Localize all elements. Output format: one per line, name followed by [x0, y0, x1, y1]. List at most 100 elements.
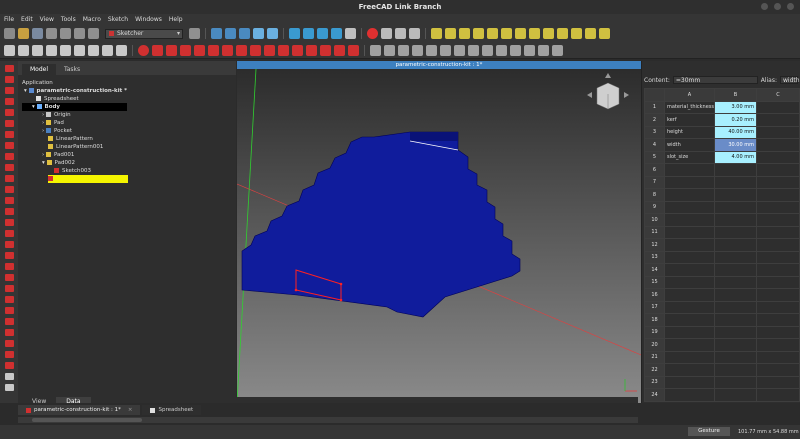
row-header[interactable]: 12 — [644, 238, 665, 252]
cell-b[interactable] — [714, 250, 757, 264]
minimize-button[interactable] — [761, 3, 768, 10]
tools-icon[interactable] — [599, 28, 610, 39]
cell-b[interactable] — [714, 288, 757, 302]
tree-item[interactable]: › Pocket — [22, 127, 236, 135]
constrain-angle-icon[interactable] — [552, 44, 563, 56]
trim-icon[interactable] — [292, 44, 303, 56]
cell-a[interactable] — [664, 263, 715, 277]
view3d-canvas[interactable] — [236, 68, 642, 404]
sketch-edit-icon[interactable] — [18, 44, 29, 56]
doc-tab-3d[interactable]: parametric-construction-kit : 1* × — [18, 405, 141, 415]
sketch-leave-icon[interactable] — [32, 44, 43, 56]
row-header[interactable]: 23 — [644, 375, 665, 389]
cell-a[interactable] — [664, 163, 715, 177]
tree-item[interactable]: › Pad001 — [22, 151, 236, 159]
tab-model[interactable]: Model — [22, 64, 57, 75]
constrain-equal-icon[interactable] — [468, 44, 479, 56]
cell-c[interactable] — [756, 325, 800, 339]
construction-mode-icon[interactable] — [348, 44, 359, 56]
constraint-icon[interactable] — [4, 65, 14, 72]
cell-a[interactable] — [664, 275, 715, 289]
macro-stop-icon[interactable] — [381, 28, 392, 39]
new-file-icon[interactable] — [4, 28, 15, 39]
cell-c[interactable] — [756, 313, 800, 327]
cell-c[interactable] — [756, 275, 800, 289]
cell-c[interactable] — [756, 363, 800, 377]
menu-windows[interactable]: Windows — [135, 16, 162, 23]
constraint-icon[interactable] — [4, 318, 14, 325]
expand-arrow-icon[interactable]: ▾ — [24, 88, 27, 94]
expand-arrow-icon[interactable]: ▾ — [42, 160, 45, 166]
cell-c[interactable] — [756, 375, 800, 389]
constraint-icon[interactable] — [4, 87, 14, 94]
circle-icon[interactable] — [180, 44, 191, 56]
cell-b[interactable]: 4.00 mm — [714, 150, 757, 164]
corner-cell[interactable] — [644, 88, 665, 102]
tree-item[interactable]: LinearPattern — [22, 135, 236, 143]
constrain-parallel-icon[interactable] — [426, 44, 437, 56]
row-header[interactable]: 20 — [644, 338, 665, 352]
tab-tasks[interactable]: Tasks — [56, 64, 88, 75]
horizontal-scrollbar[interactable] — [18, 417, 638, 423]
constrain-lock-icon[interactable] — [510, 44, 521, 56]
constrain-perpendicular-icon[interactable] — [440, 44, 451, 56]
paste-icon[interactable] — [74, 28, 85, 39]
polygon-icon[interactable] — [250, 44, 261, 56]
cell-a[interactable] — [664, 175, 715, 189]
constraint-icon[interactable] — [4, 131, 14, 138]
cell-b[interactable] — [714, 200, 757, 214]
tools-icon[interactable] — [501, 28, 512, 39]
doc-tab-spreadsheet[interactable]: Spreadsheet — [142, 405, 202, 415]
cell-b[interactable] — [714, 163, 757, 177]
view-fit-selection-icon[interactable] — [225, 28, 236, 39]
row-header[interactable]: 16 — [644, 288, 665, 302]
constraint-icon[interactable] — [4, 274, 14, 281]
tree-item[interactable]: › Pad — [22, 119, 236, 127]
cell-c[interactable] — [756, 125, 800, 139]
constrain-block-icon[interactable] — [496, 44, 507, 56]
menu-edit[interactable]: Edit — [21, 16, 33, 23]
scrollbar-thumb[interactable] — [32, 418, 142, 422]
constraint-icon[interactable] — [4, 285, 14, 292]
cell-c[interactable] — [756, 263, 800, 277]
constraint-icon[interactable] — [4, 76, 14, 83]
forward-arrow-icon[interactable] — [303, 28, 314, 39]
constraint-icon[interactable] — [4, 142, 14, 149]
cell-b[interactable] — [714, 263, 757, 277]
constraint-icon[interactable] — [4, 175, 14, 182]
cell-c[interactable] — [756, 188, 800, 202]
row-header[interactable]: 22 — [644, 363, 665, 377]
cell-c[interactable] — [756, 288, 800, 302]
cell-c[interactable] — [756, 200, 800, 214]
carbon-copy-icon[interactable] — [334, 44, 345, 56]
constraint-icon[interactable] — [4, 109, 14, 116]
point-icon[interactable] — [138, 44, 149, 56]
sketch-view-icon[interactable] — [46, 44, 57, 56]
constraint-icon[interactable] — [4, 208, 14, 215]
fillet-icon[interactable] — [278, 44, 289, 56]
tools-icon[interactable] — [515, 28, 526, 39]
cell-c[interactable] — [756, 388, 800, 402]
cell-c[interactable] — [756, 238, 800, 252]
sketch-map-icon[interactable] — [74, 44, 85, 56]
row-header[interactable]: 19 — [644, 325, 665, 339]
view-front-icon[interactable] — [267, 28, 278, 39]
draw-style-icon[interactable] — [239, 28, 250, 39]
cell-b[interactable] — [714, 388, 757, 402]
cell-b[interactable] — [714, 188, 757, 202]
toggle-constraint-icon[interactable] — [4, 373, 14, 380]
constraint-icon[interactable] — [4, 241, 14, 248]
copy-icon[interactable] — [60, 28, 71, 39]
cell-c[interactable] — [756, 163, 800, 177]
menu-tools[interactable]: Tools — [61, 16, 76, 23]
tree-item[interactable]: ▾ Pad002 — [22, 159, 236, 167]
cell-a[interactable] — [664, 200, 715, 214]
external-geometry-icon[interactable] — [320, 44, 331, 56]
select-icon[interactable] — [331, 28, 342, 39]
row-header[interactable]: 6 — [644, 163, 665, 177]
row-header[interactable]: 8 — [644, 188, 665, 202]
constraint-icon[interactable] — [4, 120, 14, 127]
tools-icon[interactable] — [585, 28, 596, 39]
maximize-button[interactable] — [774, 3, 781, 10]
cell-a[interactable] — [664, 363, 715, 377]
